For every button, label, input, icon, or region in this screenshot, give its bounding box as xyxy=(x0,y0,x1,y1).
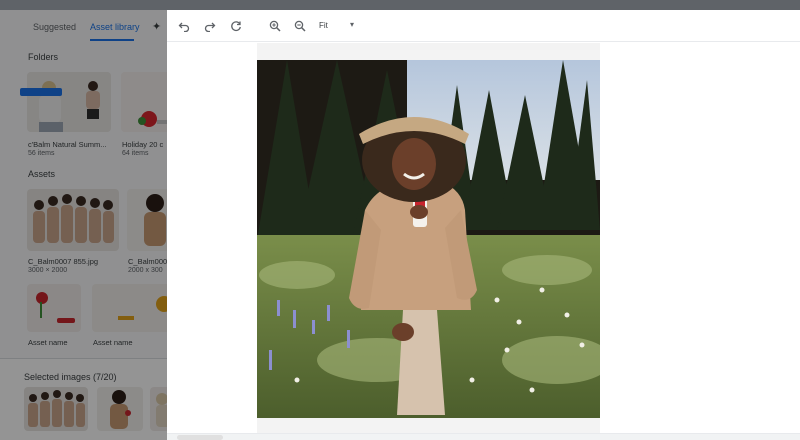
asset-thumb-3-image xyxy=(27,284,81,332)
folder-count-1: 56 items xyxy=(28,150,55,157)
undo-icon xyxy=(178,22,190,32)
zoom-out-button[interactable] xyxy=(292,18,308,34)
reset-icon xyxy=(231,21,241,32)
redo-button[interactable] xyxy=(202,18,218,34)
editor-canvas[interactable] xyxy=(257,43,600,433)
undo-button[interactable] xyxy=(176,18,192,34)
editor-toolbar: Fit ▾ xyxy=(167,10,800,42)
asset-thumb-4-image xyxy=(92,284,167,332)
asset-thumb-1-image xyxy=(27,189,119,251)
asset-dims-2: 2000 x 300 xyxy=(128,267,163,274)
sparkle-icon[interactable]: ✦ xyxy=(152,20,161,33)
panel-tabs: Suggested Asset library ✦ xyxy=(0,10,167,44)
folder-name-2: Holiday 20 c xyxy=(122,140,164,149)
asset-thumb-4[interactable] xyxy=(92,284,167,332)
left-panel: Suggested Asset library ✦ Folders c'Balm… xyxy=(0,10,167,440)
zoom-select[interactable]: Fit xyxy=(319,21,328,30)
canvas-image-photo xyxy=(257,60,600,418)
tab-asset-library[interactable]: Asset library xyxy=(90,22,140,32)
selected-thumb-3[interactable] xyxy=(150,387,167,431)
bottom-strip xyxy=(167,433,800,440)
selected-thumb-3-image xyxy=(150,387,167,431)
asset-name-1: C_Balm0007 855.jpg xyxy=(28,257,99,266)
asset-thumb-2-image xyxy=(127,189,167,251)
selected-images-bar: Selected images (7/20) xyxy=(0,358,167,440)
asset-dims-1: 3000 × 2000 xyxy=(28,267,68,274)
zoom-out-icon xyxy=(294,20,306,32)
asset-thumb-2[interactable] xyxy=(127,189,167,251)
assets-heading: Assets xyxy=(28,169,56,179)
zoom-in-button[interactable] xyxy=(267,18,283,34)
image-editor: Fit ▾ xyxy=(167,10,800,440)
asset-name-2: C_Balm0007 xyxy=(128,257,167,266)
asset-thumb-1[interactable] xyxy=(27,189,119,251)
selected-thumb-2[interactable] xyxy=(97,387,143,431)
selected-thumb-2-image xyxy=(97,387,143,431)
redo-icon xyxy=(204,22,216,32)
folder-name-1: c'Balm Natural Summ... xyxy=(28,140,107,149)
selected-thumb-1[interactable] xyxy=(24,387,88,431)
folder-thumb-1-image xyxy=(27,72,111,132)
tab-suggested[interactable]: Suggested xyxy=(33,22,76,32)
canvas-image[interactable] xyxy=(257,60,600,418)
asset-name-4: Asset name xyxy=(93,338,133,347)
reset-button[interactable] xyxy=(228,18,244,34)
add-to-canvas-button[interactable] xyxy=(20,88,62,96)
caret-down-icon[interactable]: ▾ xyxy=(350,20,354,29)
selected-thumb-1-image xyxy=(24,387,88,431)
folder-thumb-2[interactable] xyxy=(121,72,167,132)
folders-heading: Folders xyxy=(28,52,59,62)
bottom-control[interactable] xyxy=(177,435,223,440)
active-tab-indicator xyxy=(90,39,134,41)
selected-images-title: Selected images (7/20) xyxy=(24,372,117,382)
folder-count-2: 64 items xyxy=(122,150,149,157)
folder-thumb-1[interactable] xyxy=(27,72,111,132)
zoom-in-icon xyxy=(269,20,281,32)
asset-thumb-3[interactable] xyxy=(27,284,81,332)
asset-name-3: Asset name xyxy=(28,338,68,347)
top-bar xyxy=(0,0,800,10)
folder-thumb-2-image xyxy=(121,72,167,132)
